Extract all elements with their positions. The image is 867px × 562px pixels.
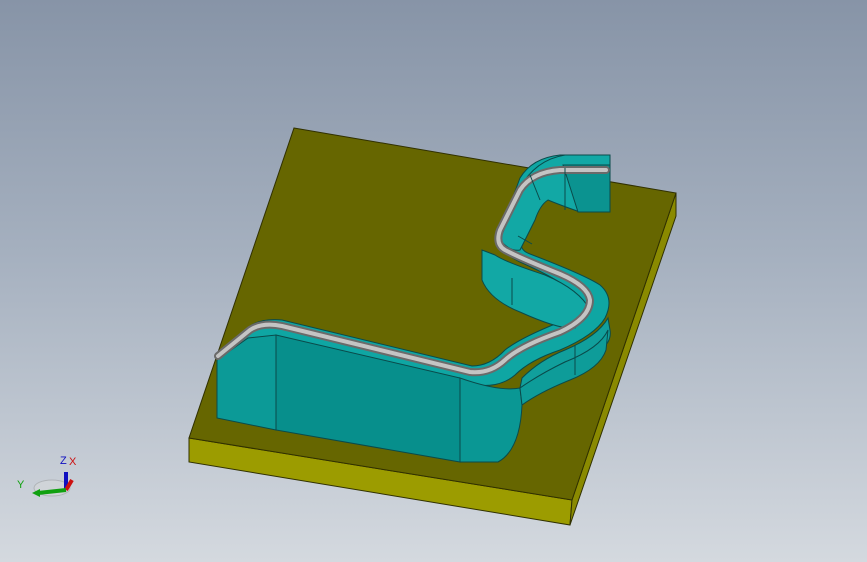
graphics-viewport[interactable]: Z X Y (0, 0, 867, 562)
triad-x-label: X (69, 456, 77, 468)
orientation-triad[interactable]: Z X Y (10, 450, 80, 506)
triad-z-label: Z (60, 455, 67, 467)
3d-model-view[interactable] (0, 0, 867, 562)
triad-y-label: Y (17, 479, 25, 491)
